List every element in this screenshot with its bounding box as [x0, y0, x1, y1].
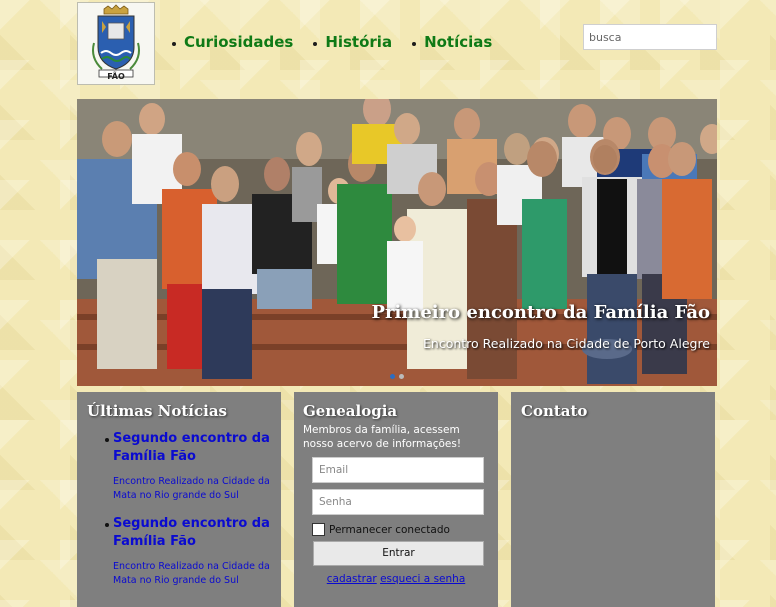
news-title-link[interactable]: Segundo encontro da Família Fão [113, 515, 271, 551]
latest-news-heading: Últimas Notícias [87, 402, 228, 420]
remember-label: Permanecer conectado [329, 523, 450, 536]
news-description-link[interactable]: Encontro Realizado na Cidade da Mata no … [113, 560, 271, 588]
news-list: Segundo encontro da Família Fão Encontro… [87, 430, 271, 588]
slide-title: Primeiro encontro da Família Fão [371, 302, 710, 323]
genealogy-heading: Genealogia [303, 402, 398, 420]
genealogy-panel: Genealogia Membros da família, acessem n… [294, 392, 498, 607]
slide-dot-1[interactable] [390, 374, 395, 379]
nav-item-curiosidades[interactable]: Curiosidades [172, 33, 293, 51]
logo-text: FÃO [107, 72, 125, 81]
slide-indicators [390, 374, 408, 379]
coat-of-arms-logo[interactable]: FÃO [77, 2, 155, 85]
search-input[interactable] [583, 24, 717, 50]
register-link[interactable]: cadastrar [327, 573, 377, 585]
main-nav: Curiosidades História Notícias [172, 33, 512, 51]
password-field[interactable] [312, 489, 484, 515]
news-description-link[interactable]: Encontro Realizado na Cidade da Mata no … [113, 475, 271, 503]
forgot-password-link[interactable]: esqueci a senha [380, 573, 465, 585]
latest-news-panel: Últimas Notícias Segundo encontro da Fam… [77, 392, 281, 607]
email-field[interactable] [312, 457, 484, 483]
contact-panel: Contato [511, 392, 715, 607]
nav-label[interactable]: História [325, 33, 392, 51]
news-title-link[interactable]: Segundo encontro da Família Fão [113, 430, 271, 466]
news-item: Segundo encontro da Família Fão Encontro… [87, 430, 271, 503]
nav-label[interactable]: Curiosidades [184, 33, 293, 51]
bullet-icon [313, 41, 318, 46]
remember-me[interactable]: Permanecer conectado [312, 523, 489, 536]
genealogy-description: Membros da família, acessem nosso acervo… [303, 424, 462, 450]
news-item: Segundo encontro da Família Fão Encontro… [87, 515, 271, 588]
nav-label[interactable]: Notícias [424, 33, 492, 51]
account-links: cadastrar esqueci a senha [303, 573, 489, 585]
contact-heading: Contato [521, 402, 588, 420]
bullet-icon [172, 41, 176, 46]
remember-checkbox[interactable] [312, 523, 325, 536]
slide-dot-2[interactable] [399, 374, 404, 379]
slide-subtitle: Encontro Realizado na Cidade de Porto Al… [423, 336, 710, 351]
hero-slideshow[interactable]: Primeiro encontro da Família Fão Encontr… [77, 99, 717, 386]
nav-item-historia[interactable]: História [313, 33, 392, 51]
login-button[interactable]: Entrar [313, 541, 484, 566]
nav-item-noticias[interactable]: Notícias [412, 33, 492, 51]
bullet-icon [412, 41, 417, 46]
